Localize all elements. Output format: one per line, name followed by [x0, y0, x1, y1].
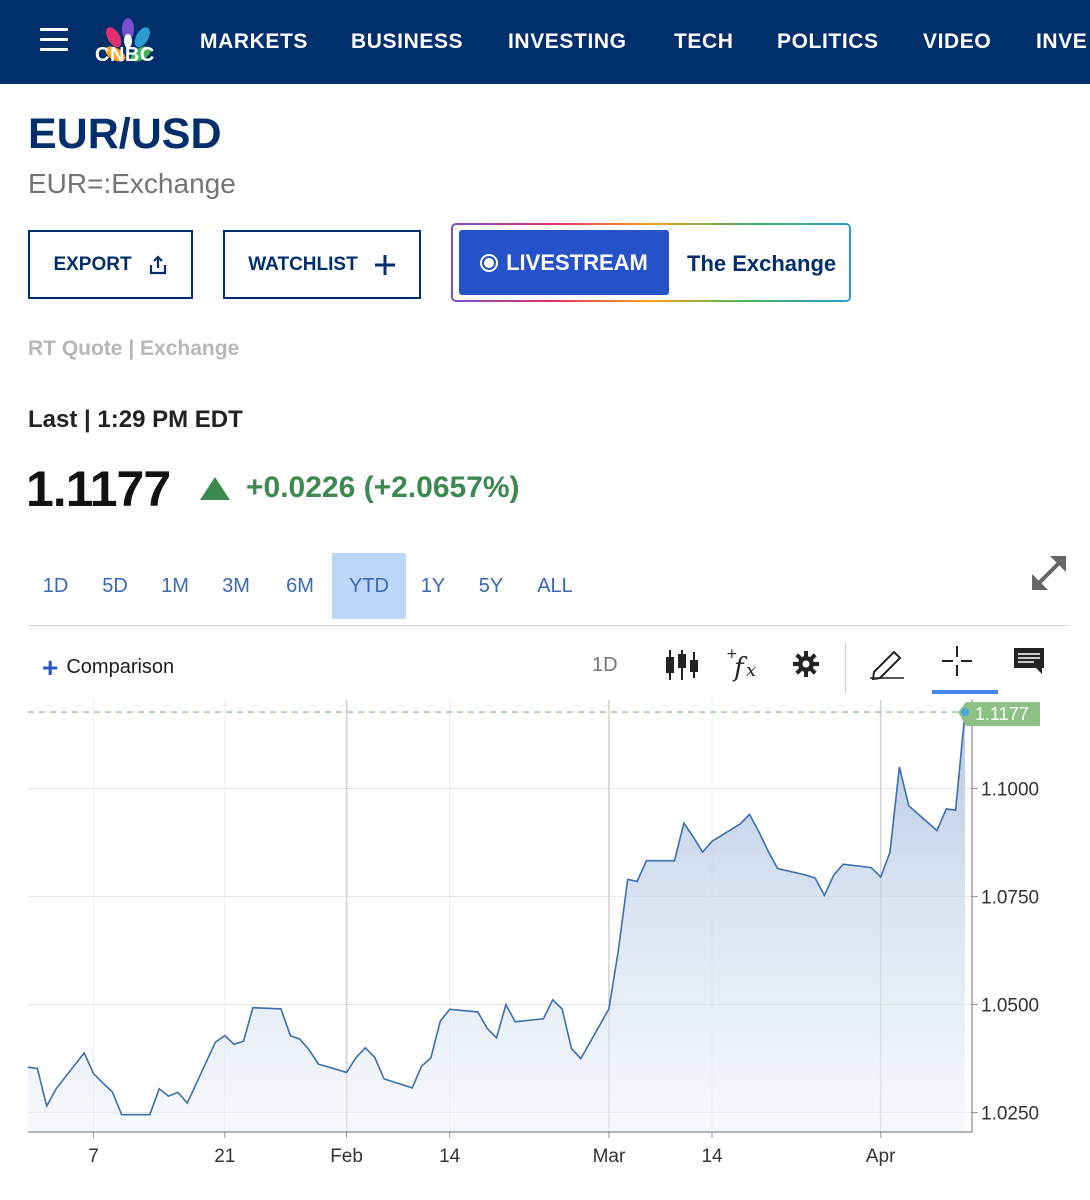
crosshair-active-indicator [932, 690, 998, 694]
up-arrow-icon [200, 477, 230, 500]
export-button[interactable]: EXPORT [28, 230, 193, 299]
y-tick-label: 1.0500 [981, 996, 1039, 1017]
nav-markets[interactable]: MARKETS [200, 30, 308, 54]
svg-text:x: x [746, 660, 756, 681]
crosshair-icon[interactable] [940, 644, 974, 678]
nav-video[interactable]: VIDEO [923, 30, 991, 54]
export-label: EXPORT [53, 253, 132, 275]
comparison-label: Comparison [66, 656, 175, 678]
y-tick-label: 1.0750 [981, 888, 1039, 909]
range-3m[interactable]: 3M [208, 553, 264, 619]
page-title: EUR/USD [28, 110, 222, 158]
range-1y[interactable]: 1Y [410, 553, 456, 619]
last-value-label: 1.1177 [975, 704, 1029, 724]
x-tick-label: 7 [88, 1146, 99, 1167]
livestream-show-name[interactable]: The Exchange [687, 251, 836, 277]
range-all[interactable]: ALL [526, 553, 584, 619]
settings-gear-icon[interactable] [792, 650, 820, 678]
nav-politics[interactable]: POLITICS [777, 30, 879, 54]
x-tick-label: Apr [866, 1146, 896, 1167]
x-tick-label: 14 [701, 1146, 723, 1167]
comment-icon[interactable] [1012, 646, 1046, 676]
last-point-marker [961, 708, 969, 717]
expand-icon[interactable] [1026, 550, 1072, 596]
y-tick-label: 1.1000 [981, 780, 1039, 801]
range-ytd[interactable]: YTD [332, 553, 406, 619]
nav-business[interactable]: BUSINESS [351, 30, 463, 54]
range-1m[interactable]: 1M [148, 553, 202, 619]
range-6m[interactable]: 6M [270, 553, 330, 619]
nav-investing[interactable]: INVESTING [508, 30, 627, 54]
rt-quote-label: RT Quote | Exchange [28, 337, 240, 360]
x-tick-label: 14 [439, 1146, 461, 1167]
price-change: +0.0226 (+2.0657%) [246, 471, 520, 504]
candlestick-icon[interactable] [664, 648, 700, 682]
y-tick-label: 1.0250 [981, 1104, 1039, 1125]
watchlist-label: WATCHLIST [248, 253, 358, 275]
range-5d[interactable]: 5D [88, 553, 142, 619]
studies-fx-icon[interactable]: + f x [724, 644, 764, 684]
livestream-label: LIVESTREAM [506, 249, 648, 275]
share-icon [149, 254, 166, 274]
price-chart[interactable]: 1.0250 1.0500 1.0750 1.1000 7 21 Feb 14 Mar 14 Apr… [0, 700, 1090, 1180]
last-trade-time: Last | 1:29 PM EDT [28, 406, 243, 433]
top-nav: CNBC MARKETS BUSINESS INVESTING TECH POL… [0, 0, 1090, 84]
hamburger-menu-icon[interactable] [40, 28, 68, 52]
x-tick-label: 21 [214, 1146, 235, 1167]
x-tick-label: Feb [330, 1146, 363, 1167]
draw-pencil-icon[interactable] [868, 644, 906, 680]
range-5y[interactable]: 5Y [464, 553, 518, 619]
toolbar-separator [845, 642, 846, 694]
live-dot-icon [480, 253, 499, 272]
nav-investing-club[interactable]: INVE [1036, 30, 1087, 54]
watchlist-button[interactable]: WATCHLIST [223, 230, 421, 299]
interval-selector[interactable]: 1D [592, 654, 618, 677]
symbol-subtitle: EUR=:Exchange [28, 168, 236, 199]
price-area-fill [28, 712, 965, 1132]
chart-divider [28, 625, 1070, 626]
range-1d[interactable]: 1D [28, 553, 83, 619]
livestream-button[interactable]: LIVESTREAM [459, 230, 669, 295]
logo-text[interactable]: CNBC [95, 44, 155, 67]
add-comparison-icon: + [42, 651, 59, 683]
x-tick-label: Mar [593, 1146, 626, 1167]
livestream-panel: LIVESTREAM The Exchange [451, 223, 851, 302]
nav-tech[interactable]: TECH [674, 30, 734, 54]
last-price: 1.1177 [26, 461, 171, 517]
comparison-button[interactable]: + Comparison [42, 651, 175, 683]
plus-icon [374, 254, 395, 275]
